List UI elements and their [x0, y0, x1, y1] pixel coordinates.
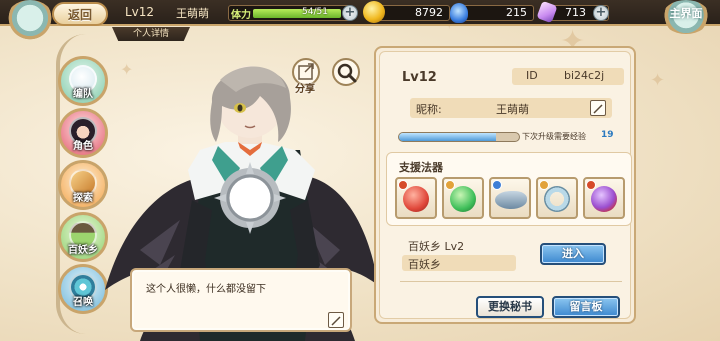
- support-title: 支援法器: [399, 161, 443, 174]
- gem-counter: 215: [460, 5, 534, 21]
- signature-text: 这个人很懒，什么都没留下: [146, 284, 266, 295]
- exp-fill: [399, 133, 497, 141]
- village-name-box: 百妖乡: [402, 255, 516, 271]
- id-value: bi24c2j: [564, 69, 605, 82]
- top-bar: 返回 Lv12 王萌萌 体力 54/51 + 8792 215 713 + 主界…: [0, 0, 720, 40]
- artifact-slot-3[interactable]: [489, 177, 531, 219]
- nav-label: 编队: [73, 89, 93, 100]
- artifact-slot-5[interactable]: [583, 177, 625, 219]
- edit-nickname-icon[interactable]: [590, 100, 606, 116]
- edit-signature-icon[interactable]: [328, 312, 344, 328]
- earth-element-icon: [445, 180, 455, 190]
- back-ornament: [6, 0, 54, 40]
- nav-label: 召唤: [73, 297, 93, 308]
- add-crystal-button[interactable]: +: [593, 5, 609, 21]
- tab-personal-details: 个人详情: [112, 27, 190, 41]
- add-stamina-button[interactable]: +: [342, 5, 358, 21]
- stamina-label: 体力: [231, 10, 251, 21]
- artifact-slot-4[interactable]: [536, 177, 578, 219]
- water-element-icon: [492, 180, 502, 190]
- stamina-value: 54/51: [302, 7, 328, 17]
- stamina-bar: 体力 54/51: [228, 5, 353, 21]
- search-button[interactable]: [332, 58, 360, 86]
- nav-label: 百妖乡: [68, 245, 98, 256]
- green-octopus-artifact-icon: [450, 186, 476, 212]
- player-name: 王萌萌: [176, 7, 209, 20]
- search-icon: [337, 63, 357, 83]
- change-secretary-button[interactable]: 更换秘书: [476, 296, 544, 318]
- message-board-button[interactable]: 留言板: [552, 296, 620, 318]
- gold-coin-icon: [363, 1, 385, 23]
- fire-element-icon: [586, 180, 596, 190]
- main-screen-button[interactable]: 主界面: [662, 0, 710, 34]
- exp-text: 下次升级需要经验: [522, 132, 586, 141]
- earth-element-icon: [539, 180, 549, 190]
- share-label: 分享: [295, 84, 315, 95]
- fire-element-icon: [398, 180, 408, 190]
- id-label: ID: [526, 69, 538, 82]
- artifact-slot-1[interactable]: [395, 177, 437, 219]
- red-gear-artifact-icon: [403, 186, 429, 212]
- village-level-label: 百妖乡 Lv2: [408, 240, 465, 253]
- back-button[interactable]: 返回: [52, 2, 108, 26]
- player-level: Lv12: [125, 5, 155, 19]
- signature-box: 这个人很懒，什么都没留下: [130, 268, 352, 332]
- nav-label: 探索: [73, 193, 93, 204]
- id-box: ID bi24c2j: [512, 68, 624, 85]
- artifact-slot-2[interactable]: [442, 177, 484, 219]
- whale-artifact-icon: [495, 191, 527, 209]
- profile-panel-inner: Lv12 ID bi24c2j 昵称: 王萌萌 下次升级需要经验 19 支援法器: [379, 51, 632, 319]
- nickname-label: 昵称:: [416, 103, 442, 116]
- ring-artifact-icon: [544, 186, 570, 212]
- profile-panel: Lv12 ID bi24c2j 昵称: 王萌萌 下次升级需要经验 19 支援法器: [374, 46, 636, 324]
- divider: [400, 281, 622, 282]
- support-artifacts-box: 支援法器: [386, 152, 632, 226]
- exp-bar: [398, 132, 520, 142]
- nav-label: 角色: [73, 141, 93, 152]
- exp-value: 19: [601, 130, 614, 140]
- village-name: 百妖乡: [408, 258, 441, 271]
- nickname-box: 昵称: 王萌萌: [410, 98, 612, 118]
- profile-level: Lv12: [402, 70, 437, 85]
- enter-village-button[interactable]: 进入: [540, 243, 606, 265]
- blue-gem-icon: [450, 3, 468, 23]
- purple-orb-artifact-icon: [591, 186, 617, 212]
- sparkle-icon: ✦: [650, 70, 666, 91]
- nickname-value: 王萌萌: [496, 103, 529, 116]
